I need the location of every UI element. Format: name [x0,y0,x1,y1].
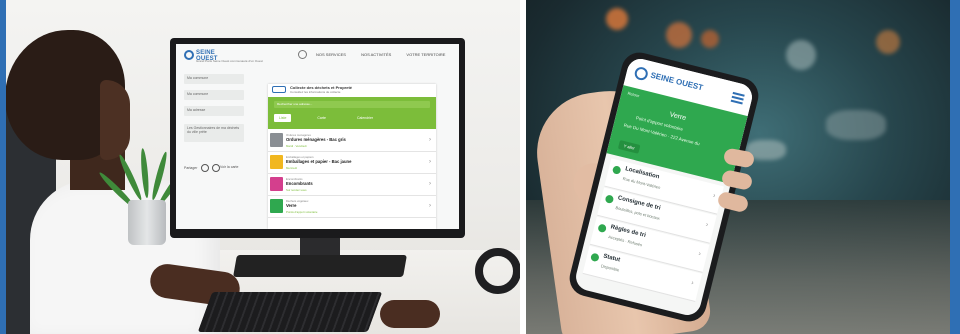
back-link[interactable]: Retour [627,90,640,98]
managers-field[interactable]: Les Gestionnaires de ma déchets du ville… [184,124,244,142]
row-title: Encombrants [286,181,313,186]
go-button[interactable]: Y aller [617,139,641,154]
mobile-photo: SEINE OUEST Retour Verre Point d'apport … [526,0,950,334]
sofa-icon [270,177,283,191]
row-title: Verre [286,203,297,208]
nav-services[interactable]: NOS SERVICES [316,52,346,57]
photo-collage: SEINE OUEST Grand Paris Seine Ouest comm… [0,0,960,334]
person-face [100,80,130,160]
panel-subtitle: Consultez les informations de collecte [290,90,341,94]
chevron-right-icon: › [429,181,431,187]
chevron-right-icon: › [429,159,431,165]
list-item[interactable]: Déchets végétaux Verre Points d'apport v… [268,197,436,218]
status-icon [590,252,600,263]
list-item[interactable]: Emballages et papiers Emballages et papi… [268,153,436,174]
row-title: Ordures ménagères - Bac gris [286,137,346,142]
headphones [475,248,520,294]
chevron-right-icon: › [704,221,709,229]
nav-territoire[interactable]: VOTRE TERRITOIRE [406,52,445,57]
bokeh-light [786,40,816,70]
row-meta: Sur rendez-vous [286,188,307,192]
row-meta: Mardi · Vendredi [286,144,307,148]
commune-field[interactable]: Ma commune [184,74,244,84]
address-field[interactable]: Ma adresse [184,106,244,116]
nav-activites[interactable]: NOS ACTIVITÉS [361,52,391,57]
row-value: Disponible [600,263,620,273]
rules-icon [597,223,608,234]
recycle-icon [270,155,283,169]
desktop-photo: SEINE OUEST Grand Paris Seine Ouest comm… [0,0,520,334]
bokeh-light [606,8,628,30]
person-arm-right [380,300,440,328]
collection-panel: Collecte des déchets et Propreté Consult… [268,84,436,229]
panel-search-bar: Rechercher une adresse... Liste Carte Ca… [268,97,436,129]
site-logo[interactable]: SEINE OUEST Grand Paris Seine Ouest comm… [184,50,263,63]
chevron-right-icon: › [697,250,702,258]
plant-pot [128,200,166,245]
site-tagline: Grand Paris Seine Ouest communauté d'un … [196,59,263,63]
bokeh-light [876,30,900,54]
logo-ring-icon [184,50,194,60]
bokeh-light [826,110,886,140]
list-item[interactable]: Ordures ménagères Ordures ménagères - Ba… [268,131,436,152]
list-item[interactable]: Encombrants Encombrants Sur rendez-vous … [268,175,436,196]
share-row: Partager [184,164,221,172]
bokeh-light [701,30,719,48]
left-border [0,0,6,334]
chevron-right-icon: › [429,137,431,143]
monitor-base [233,255,407,277]
location-pin-icon [611,165,622,175]
panel-header: Collecte des déchets et Propreté Consult… [268,84,436,96]
bottle-icon [270,199,283,213]
site-nav: NOS SERVICES NOS ACTIVITÉS VOTRE TERRITO… [316,52,459,57]
bokeh-light [666,22,692,48]
share-label: Partager [184,165,198,170]
app-brand: SEINE OUEST [649,70,704,93]
detail-title: Verre [668,111,687,123]
tab-calendrier[interactable]: Calendrier [352,114,378,122]
facebook-icon[interactable] [201,164,210,172]
chevron-right-icon: › [690,279,695,287]
keyboard [197,292,383,332]
panel-tabs: Liste Carte Calendrier [274,114,398,122]
menu-icon[interactable] [732,91,745,97]
commune-field-2[interactable]: Ma commune [184,90,244,100]
info-icon [604,194,615,205]
right-border [950,0,960,334]
tab-liste[interactable]: Liste [274,114,292,122]
row-meta: Mercredi [286,166,297,170]
search-icon[interactable] [298,50,307,59]
panel-logo-icon [272,86,286,93]
row-meta: Points d'apport volontaire [286,210,318,214]
address-search-input[interactable]: Rechercher une adresse... [274,101,430,108]
app-logo-icon [633,65,650,82]
trash-bin-icon [270,133,283,147]
tab-carte[interactable]: Carte [312,114,331,122]
row-label: Statut [602,253,621,264]
chevron-right-icon: › [712,192,717,200]
map-link[interactable]: Voir la carte [220,165,238,169]
row-title: Emballages et papier - Bac jaune [286,159,352,164]
chevron-right-icon: › [429,203,431,209]
monitor-screen: SEINE OUEST Grand Paris Seine Ouest comm… [176,44,459,229]
